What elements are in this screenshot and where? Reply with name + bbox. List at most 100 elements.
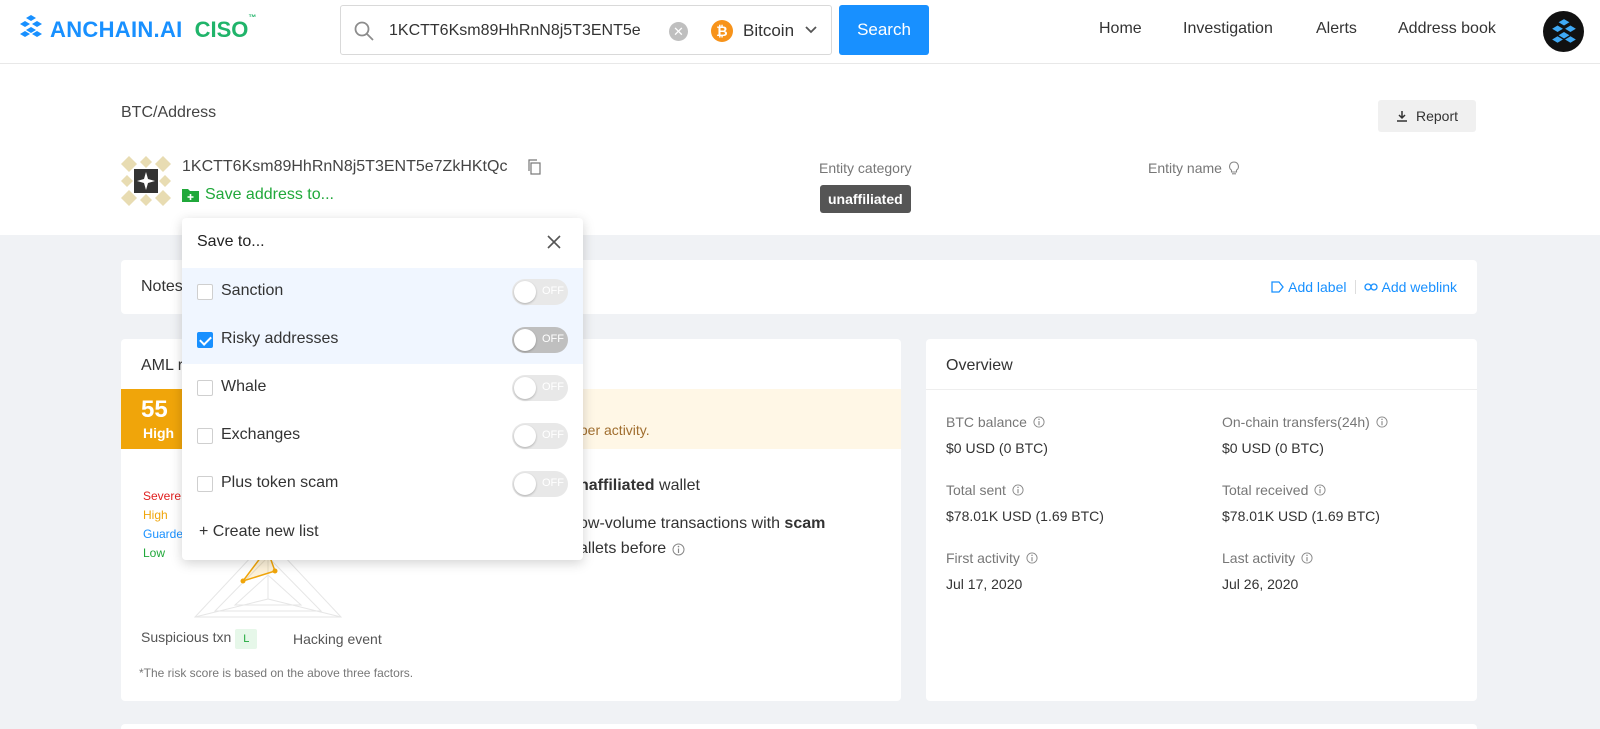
close-icon[interactable]	[546, 234, 562, 255]
popover-title: Save to...	[197, 233, 265, 250]
entity-category-badge: unaffiliated	[820, 185, 911, 213]
info-icon	[1314, 484, 1326, 496]
brand-logo[interactable]: ANCHAIN.AI CISO™	[18, 12, 257, 45]
save-to-popover: Save to... Sanction OFF Risky addresses …	[182, 218, 583, 560]
info-icon	[1301, 552, 1313, 564]
first-activity-value: Jul 17, 2020	[946, 576, 1023, 592]
btc-balance-value: $0 USD (0 BTC)	[946, 440, 1048, 456]
nav-investigation[interactable]: Investigation	[1183, 20, 1273, 38]
notes-actions: Add label Add weblink	[1271, 279, 1457, 295]
nav-alerts[interactable]: Alerts	[1316, 20, 1357, 38]
aml-footnote: *The risk score is based on the above th…	[139, 666, 414, 680]
list-item-label: Risky addresses	[221, 330, 339, 347]
aml-finding-1: naffiliated wallet	[579, 477, 700, 494]
first-activity-label: First activity	[946, 550, 1038, 566]
checkbox[interactable]	[197, 428, 213, 444]
tag-icon	[1271, 281, 1284, 293]
overview-title: Overview	[946, 357, 1013, 374]
aml-finding-2: ow-volume transactions with scam	[579, 515, 826, 532]
toggle-switch[interactable]: OFF	[512, 471, 568, 497]
list-item-label: Whale	[221, 378, 267, 395]
nav-home[interactable]: Home	[1099, 20, 1142, 38]
legend-high: High	[143, 508, 168, 522]
nav-address-book[interactable]: Address book	[1398, 20, 1496, 38]
overview-card: Overview BTC balance $0 USD (0 BTC) On-c…	[926, 339, 1477, 701]
entity-category-label: Entity category	[819, 160, 912, 176]
notes-title: Notes	[141, 278, 183, 295]
coin-select-label: Bitcoin	[743, 21, 795, 40]
toggle-switch[interactable]: OFF	[512, 327, 568, 353]
save-address-link[interactable]: Save address to...	[182, 186, 334, 204]
btc-balance-label: BTC balance	[946, 414, 1045, 430]
list-item-exchanges[interactable]: Exchanges OFF	[182, 412, 583, 460]
list-item-label: Sanction	[221, 282, 284, 299]
brand-name: ANCHAIN.AI	[50, 16, 183, 42]
list-item-risky-addresses[interactable]: Risky addresses OFF	[182, 316, 583, 364]
factor-hacking-event: Hacking event	[293, 631, 382, 647]
legend-severe: Severe	[143, 489, 182, 503]
checkbox[interactable]	[197, 380, 213, 396]
list-item-label: Plus token scam	[221, 474, 339, 491]
search-input[interactable]	[389, 19, 641, 43]
breadcrumb[interactable]: BTC/Address	[121, 104, 216, 122]
info-icon	[1376, 416, 1388, 428]
link-icon	[1363, 283, 1378, 291]
add-label-link[interactable]: Add label	[1271, 279, 1347, 295]
risk-score: 55	[141, 396, 168, 423]
last-activity-value: Jul 26, 2020	[1222, 576, 1299, 592]
entity-name-label: Entity name	[1148, 160, 1240, 176]
create-new-list-button[interactable]: + Create new list	[199, 523, 319, 541]
coin-select[interactable]: ₿ Bitcoin	[711, 19, 818, 43]
bitcoin-icon: ₿	[711, 20, 733, 42]
report-button[interactable]: Report	[1378, 100, 1476, 132]
address-value: 1KCTT6Ksm89HhRnN8j5T3ENT5e7ZkHKtQc	[182, 158, 508, 175]
total-sent-label: Total sent	[946, 482, 1024, 498]
product-name: CISO™	[194, 12, 257, 42]
factor-suspicious-txn: Suspicious txn L	[141, 629, 258, 649]
address-identicon	[121, 156, 171, 206]
chevron-down-icon	[804, 22, 818, 40]
folder-add-icon	[182, 189, 199, 202]
address-header: BTC/Address Report 1KCTT6Ksm89HhRnN8j5T3…	[0, 64, 1600, 235]
factor-badge: L	[235, 629, 258, 649]
download-icon	[1396, 111, 1407, 122]
lightbulb-icon	[1228, 161, 1239, 175]
onchain-transfers-value: $0 USD (0 BTC)	[1222, 440, 1324, 456]
info-icon	[1026, 552, 1038, 564]
toggle-switch[interactable]: OFF	[512, 375, 568, 401]
checkbox[interactable]	[197, 284, 213, 300]
aml-title: AML r	[141, 357, 184, 374]
total-received-value: $78.01K USD (1.69 BTC)	[1222, 508, 1380, 524]
list-item-plus-token-scam[interactable]: Plus token scam OFF	[182, 460, 583, 508]
aml-finding-3: allets before	[579, 540, 685, 558]
copy-icon[interactable]	[527, 159, 542, 180]
checkbox[interactable]	[197, 476, 213, 492]
onchain-transfers-label: On-chain transfers(24h)	[1222, 414, 1388, 430]
info-icon	[1012, 484, 1024, 496]
risk-level: High	[143, 425, 175, 441]
list-item-sanction[interactable]: Sanction OFF	[182, 268, 583, 316]
next-card	[121, 724, 1477, 729]
anchain-cube-icon	[18, 14, 44, 45]
search-box: ✕ ₿ Bitcoin	[340, 5, 832, 55]
list-item-whale[interactable]: Whale OFF	[182, 364, 583, 412]
search-button[interactable]: Search	[839, 5, 929, 55]
toggle-switch[interactable]: OFF	[512, 279, 568, 305]
info-icon	[1033, 416, 1045, 428]
total-sent-value: $78.01K USD (1.69 BTC)	[946, 508, 1104, 524]
clear-search-icon[interactable]: ✕	[669, 22, 688, 41]
add-weblink-link[interactable]: Add weblink	[1363, 279, 1457, 295]
toggle-switch[interactable]: OFF	[512, 423, 568, 449]
search-icon	[353, 20, 375, 47]
avatar-cube-icon	[1551, 18, 1576, 43]
last-activity-label: Last activity	[1222, 550, 1313, 566]
checkbox[interactable]	[197, 332, 213, 348]
list-item-label: Exchanges	[221, 426, 301, 443]
legend-guarded: Guarde	[143, 527, 184, 541]
legend-low: Low	[143, 546, 166, 560]
top-bar: ANCHAIN.AI CISO™ ✕ ₿ Bitcoin Search Home…	[0, 0, 1600, 64]
risk-score-box: 55 High	[121, 389, 183, 449]
user-avatar[interactable]	[1543, 11, 1584, 52]
info-icon	[672, 543, 685, 555]
total-received-label: Total received	[1222, 482, 1326, 498]
